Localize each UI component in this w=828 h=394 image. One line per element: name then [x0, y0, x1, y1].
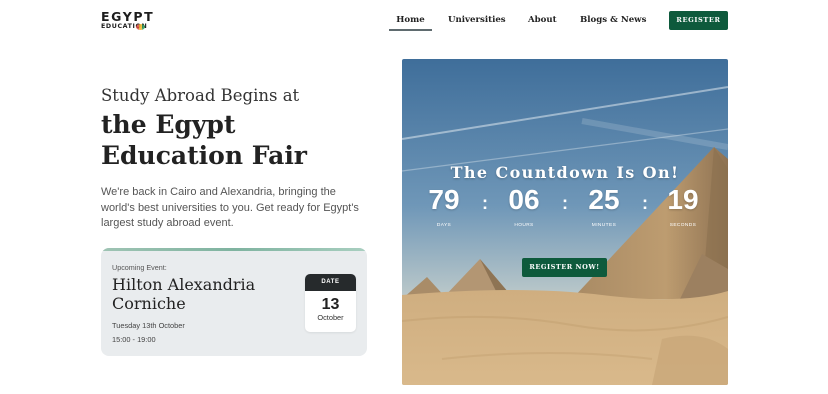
countdown-days-label: DAYS [436, 223, 452, 228]
countdown-separator: : [482, 193, 488, 213]
countdown-minutes-label: MINUTES [591, 223, 617, 228]
upcoming-event-card: Upcoming Event: Hilton Alexandria Cornic… [101, 248, 367, 356]
countdown-seconds: 19 [667, 184, 699, 215]
nav-link-home[interactable]: Home [389, 11, 432, 31]
countdown-separator: : [562, 193, 568, 213]
countdown-hours: 06 [508, 184, 540, 215]
countdown-title: The Countdown Is On! [450, 163, 680, 182]
event-venue: Hilton Alexandria Corniche [112, 275, 256, 313]
event-label: Upcoming Event: [112, 263, 167, 272]
date-badge-header: DATE [305, 274, 356, 291]
countdown-seconds-label: SECONDS [669, 223, 697, 228]
date-badge: DATE 13 October [305, 274, 356, 332]
register-button[interactable]: REGISTER [669, 11, 728, 30]
countdown-minutes: 25 [588, 184, 620, 215]
date-badge-month: October [317, 313, 344, 322]
nav-link-about[interactable]: About [528, 11, 557, 31]
nav-link-blogs-news[interactable]: Blogs & News [580, 11, 646, 31]
event-date: Tuesday 13th October [112, 321, 185, 330]
site-logo[interactable]: EGYPT EDUCATION [101, 10, 161, 34]
event-time: 15:00 - 19:00 [112, 335, 156, 344]
countdown-hours-label: HOURS [514, 223, 534, 228]
hero-pretitle: Study Abroad Begins at [101, 86, 300, 105]
pyramids-illustration [402, 59, 728, 385]
hero-description: We're back in Cairo and Alexandria, brin… [101, 186, 359, 229]
hero-pyramids-image: The Countdown Is On! 79 : 06 : 25 : 19 D… [402, 59, 728, 385]
card-accent-bar [101, 248, 367, 251]
date-badge-day: 13 [321, 296, 340, 313]
nav-link-universities[interactable]: Universities [448, 11, 506, 31]
logo-flag-mark [136, 24, 145, 30]
logo-text-top: EGYPT [101, 9, 155, 24]
countdown-days: 79 [428, 184, 460, 215]
register-now-button[interactable]: REGISTER NOW! [522, 258, 607, 277]
logo-text-bottom: EDUCATION [101, 23, 148, 30]
hero-title: the Egypt Education Fair [101, 110, 307, 170]
countdown-separator: : [642, 193, 648, 213]
